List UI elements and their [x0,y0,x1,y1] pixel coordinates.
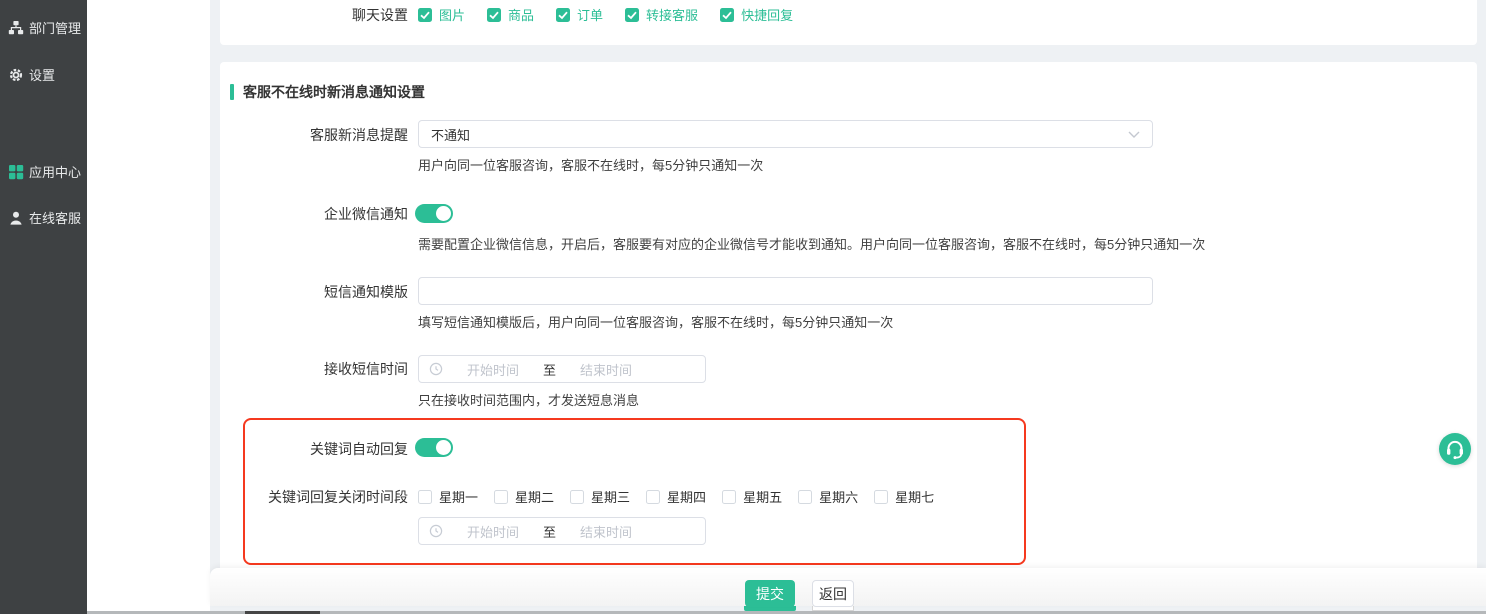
checkbox-label: 星期三 [591,487,630,506]
gear-icon [8,67,24,83]
chevron-down-icon [1128,131,1140,138]
unchecked-checkbox-icon [646,490,660,504]
checkbox-label: 星期四 [667,487,706,506]
checked-checkbox-icon [720,8,734,22]
sidebar-item-app-center[interactable]: 应用中心 [8,162,81,181]
checkbox-label: 订单 [577,5,603,24]
checkbox-option-orders[interactable]: 订单 [556,5,603,24]
back-button[interactable]: 返回 [812,580,854,607]
app-grid-icon [8,164,24,180]
keyword-reply-label: 关键词自动回复 [220,441,408,457]
checkbox-label: 星期六 [819,487,858,506]
checked-checkbox-icon [418,8,432,22]
chat-settings-label: 聊天设置 [220,7,408,23]
clock-icon [429,362,443,376]
keyword-period-label: 关键词回复关闭时间段 [220,489,408,505]
checkbox-label: 商品 [508,5,534,24]
unchecked-checkbox-icon [798,490,812,504]
weekday-checkbox-group: 星期一 星期二 星期三 星期四 星期五 星期六 星期七 [418,487,934,506]
wechat-notify-toggle[interactable] [415,204,453,223]
checked-checkbox-icon [487,8,501,22]
unchecked-checkbox-icon [494,490,508,504]
sidebar-item-label: 部门管理 [29,18,81,37]
footer-bar: 提交 返回 [210,568,1486,606]
sms-template-helper: 填写短信通知模版后，用户向同一位客服咨询，客服不在线时，每5分钟只通知一次 [418,315,893,331]
sidebar-item-label: 在线客服 [29,208,81,227]
checkbox-option-images[interactable]: 图片 [418,5,465,24]
checkbox-label: 星期五 [743,487,782,506]
checkbox-label: 星期一 [439,487,478,506]
start-time-placeholder: 开始时间 [443,360,543,379]
person-icon [8,210,24,226]
toggle-knob [436,206,451,221]
unchecked-checkbox-icon [874,490,888,504]
checkbox-friday[interactable]: 星期五 [722,487,782,506]
checked-checkbox-icon [556,8,570,22]
checkbox-option-transfer[interactable]: 转接客服 [625,5,698,24]
checkbox-thursday[interactable]: 星期四 [646,487,706,506]
range-separator: 至 [543,522,556,541]
customer-service-float-button[interactable] [1439,433,1471,465]
sms-time-label: 接收短信时间 [220,361,408,377]
footer-buttons: 提交 返回 [745,580,854,607]
new-message-alert-helper: 用户向同一位客服咨询，客服不在线时，每5分钟只通知一次 [418,158,763,174]
checkbox-label: 快捷回复 [741,5,793,24]
checkbox-option-quick-reply[interactable]: 快捷回复 [720,5,793,24]
sms-template-input[interactable] [418,277,1153,305]
keyword-reply-toggle[interactable] [415,438,453,457]
sidebar-item-departments[interactable]: 部门管理 [8,18,81,37]
sidebar-item-settings[interactable]: 设置 [8,65,55,84]
select-value: 不通知 [431,125,1128,144]
secondary-panel [87,0,210,611]
sitemap-icon [8,20,24,36]
sidebar-item-label: 设置 [29,65,55,84]
checkbox-label: 图片 [439,5,465,24]
end-time-placeholder: 结束时间 [556,360,656,379]
sidebar-item-online-service[interactable]: 在线客服 [8,208,81,227]
new-message-alert-select[interactable]: 不通知 [418,120,1153,148]
checkbox-monday[interactable]: 星期一 [418,487,478,506]
sms-time-range-picker[interactable]: 开始时间 至 结束时间 [418,355,706,383]
new-message-alert-label: 客服新消息提醒 [220,127,408,143]
checkbox-option-products[interactable]: 商品 [487,5,534,24]
headset-icon [1439,433,1471,465]
unchecked-checkbox-icon [722,490,736,504]
checked-checkbox-icon [625,8,639,22]
end-time-placeholder: 结束时间 [556,522,656,541]
sidebar: 部门管理 设置 应用中心 在线客服 [0,0,87,614]
sms-time-helper: 只在接收时间范围内，才发送短息消息 [418,393,639,409]
checkbox-wednesday[interactable]: 星期三 [570,487,630,506]
start-time-placeholder: 开始时间 [443,522,543,541]
keyword-period-time-range-picker[interactable]: 开始时间 至 结束时间 [418,517,706,545]
checkbox-tuesday[interactable]: 星期二 [494,487,554,506]
wechat-notify-label: 企业微信通知 [220,206,408,222]
section-accent-bar [230,84,234,100]
sms-template-label: 短信通知模版 [220,284,408,300]
clock-icon [429,524,443,538]
checkbox-saturday[interactable]: 星期六 [798,487,858,506]
checkbox-label: 星期二 [515,487,554,506]
page: 部门管理 设置 应用中心 在线客服 聊天设置 图片 商品 订单 [0,0,1486,614]
unchecked-checkbox-icon [418,490,432,504]
wechat-notify-helper: 需要配置企业微信信息，开启后，客服要有对应的企业微信号才能收到通知。用户向同一位… [418,237,1205,253]
chat-settings-card [220,0,1477,45]
toggle-knob [436,440,451,455]
sidebar-item-label: 应用中心 [29,162,81,181]
range-separator: 至 [543,360,556,379]
section-title: 客服不在线时新消息通知设置 [243,84,425,100]
checkbox-label: 转接客服 [646,5,698,24]
chat-settings-options: 图片 商品 订单 转接客服 快捷回复 [418,5,793,24]
checkbox-label: 星期七 [895,487,934,506]
checkbox-sunday[interactable]: 星期七 [874,487,934,506]
unchecked-checkbox-icon [570,490,584,504]
submit-button[interactable]: 提交 [745,580,795,607]
